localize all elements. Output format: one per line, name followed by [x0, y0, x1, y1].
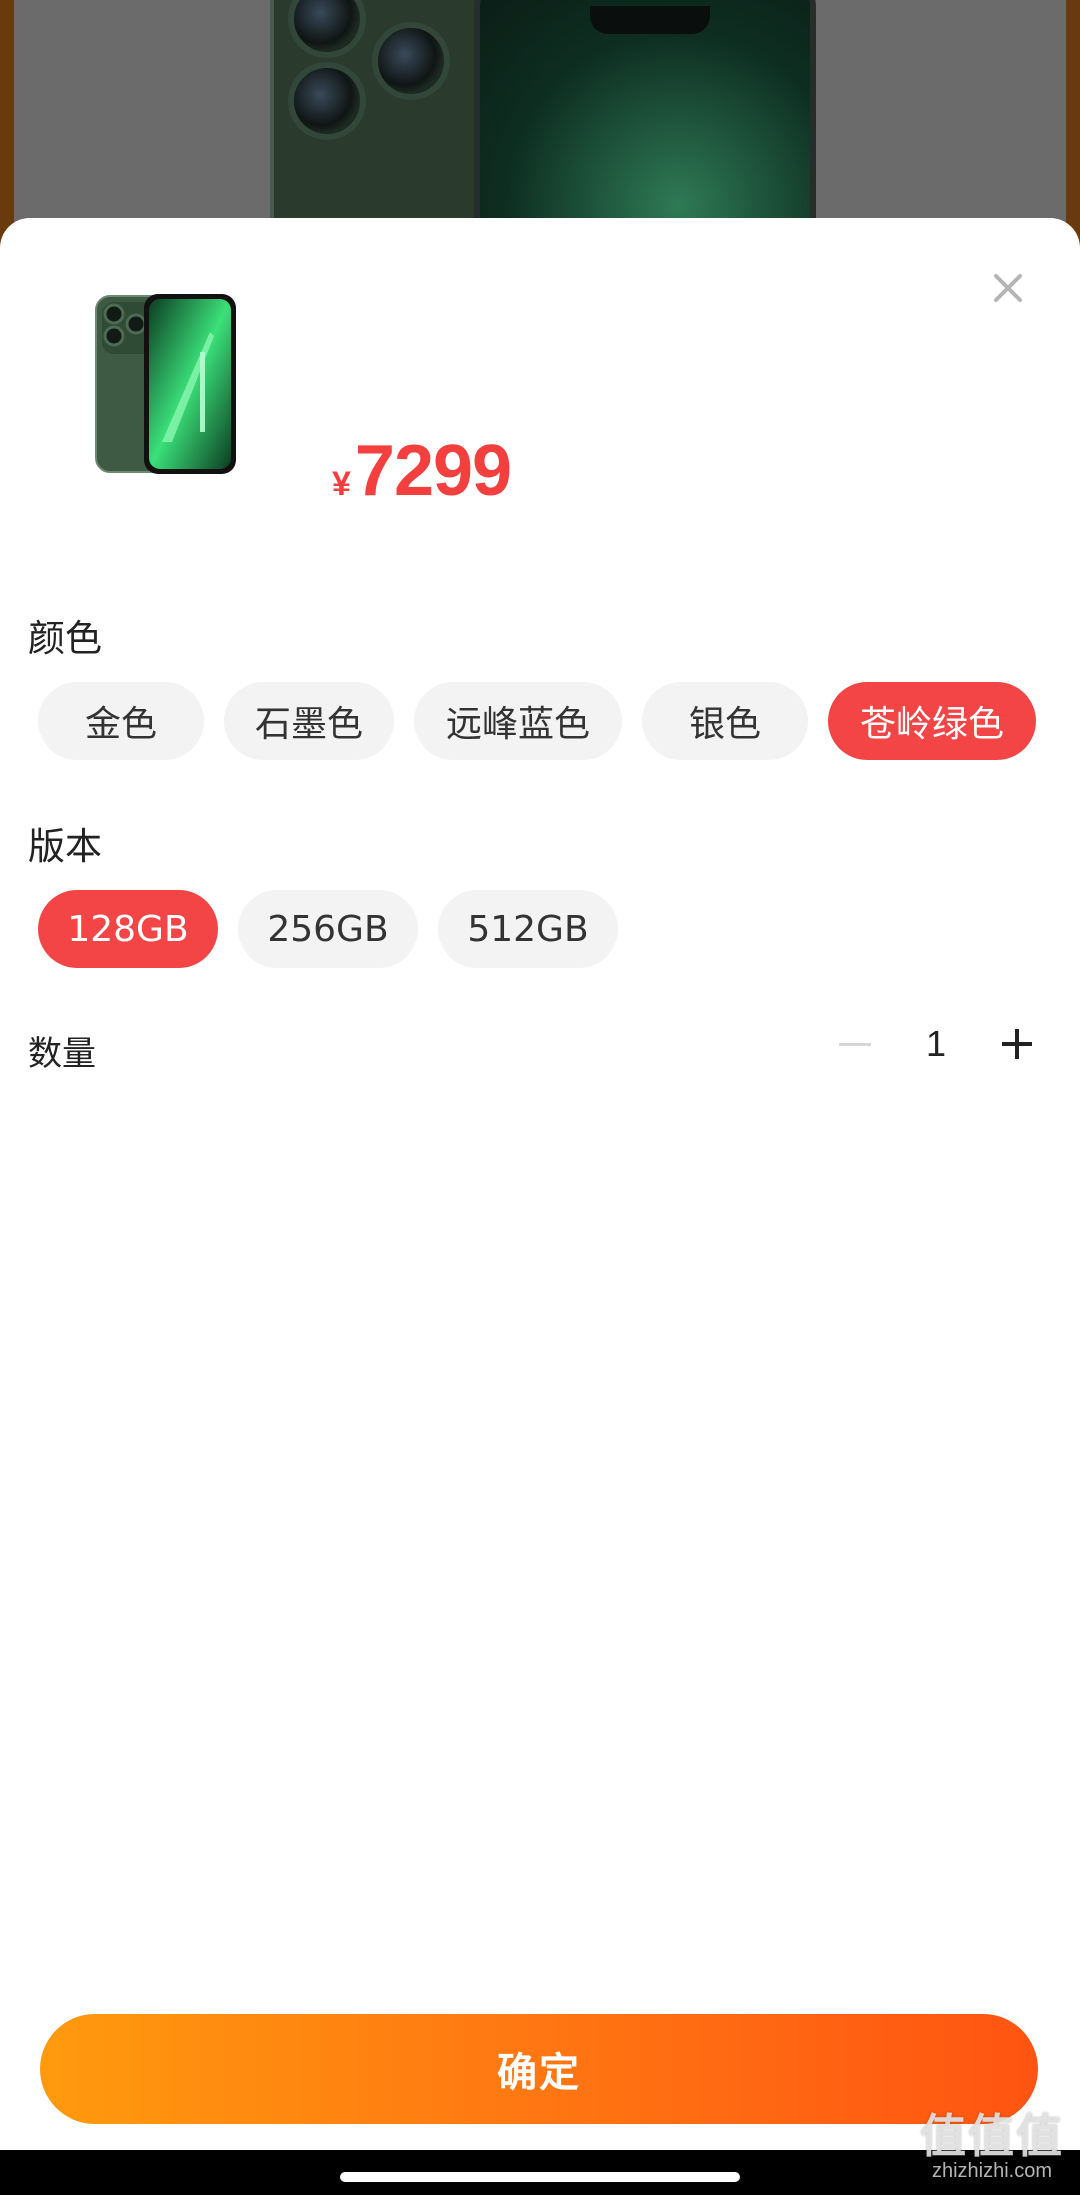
- version-section-title: 版本: [28, 825, 102, 868]
- quantity-value: 1: [925, 1023, 947, 1064]
- color-option-gold[interactable]: 金色: [38, 682, 204, 760]
- price-currency: ¥: [332, 465, 351, 503]
- version-option-128gb[interactable]: 128GB: [38, 890, 218, 968]
- quantity-stepper: 1: [832, 1014, 1040, 1074]
- color-option-silver[interactable]: 银色: [642, 682, 808, 760]
- color-option-alpine-green[interactable]: 苍岭绿色: [828, 682, 1036, 760]
- minus-icon: [839, 1042, 871, 1046]
- quantity-label: 数量: [28, 1034, 96, 1074]
- watermark: 值值值 zhizhizhi.com: [920, 2112, 1064, 2183]
- sku-selector-sheet: ¥ 7299 颜色 金色 石墨色 远峰蓝色 银色 苍岭绿色 版本 128GB 2…: [0, 218, 1080, 2150]
- color-options: 金色 石墨色 远峰蓝色 银色 苍岭绿色: [38, 682, 1036, 760]
- color-option-graphite[interactable]: 石墨色: [224, 682, 394, 760]
- product-thumbnail: [92, 292, 240, 478]
- version-options: 128GB 256GB 512GB: [38, 890, 618, 968]
- version-option-512gb[interactable]: 512GB: [438, 890, 618, 968]
- color-option-sierra-blue[interactable]: 远峰蓝色: [414, 682, 622, 760]
- decrement-button[interactable]: [832, 1014, 878, 1074]
- close-icon: [994, 274, 1022, 302]
- price-amount: 7299: [354, 431, 512, 511]
- home-indicator[interactable]: [340, 2172, 740, 2182]
- price: ¥ 7299: [332, 430, 512, 512]
- confirm-button[interactable]: 确定: [40, 2014, 1038, 2124]
- close-button[interactable]: [986, 266, 1030, 310]
- increment-button[interactable]: [994, 1014, 1040, 1074]
- color-section-title: 颜色: [28, 617, 102, 660]
- watermark-logo: 值值值: [920, 2110, 1064, 2162]
- version-option-256gb[interactable]: 256GB: [238, 890, 418, 968]
- home-indicator-area: [0, 2150, 1080, 2195]
- watermark-url: zhizhizhi.com: [931, 2160, 1053, 2182]
